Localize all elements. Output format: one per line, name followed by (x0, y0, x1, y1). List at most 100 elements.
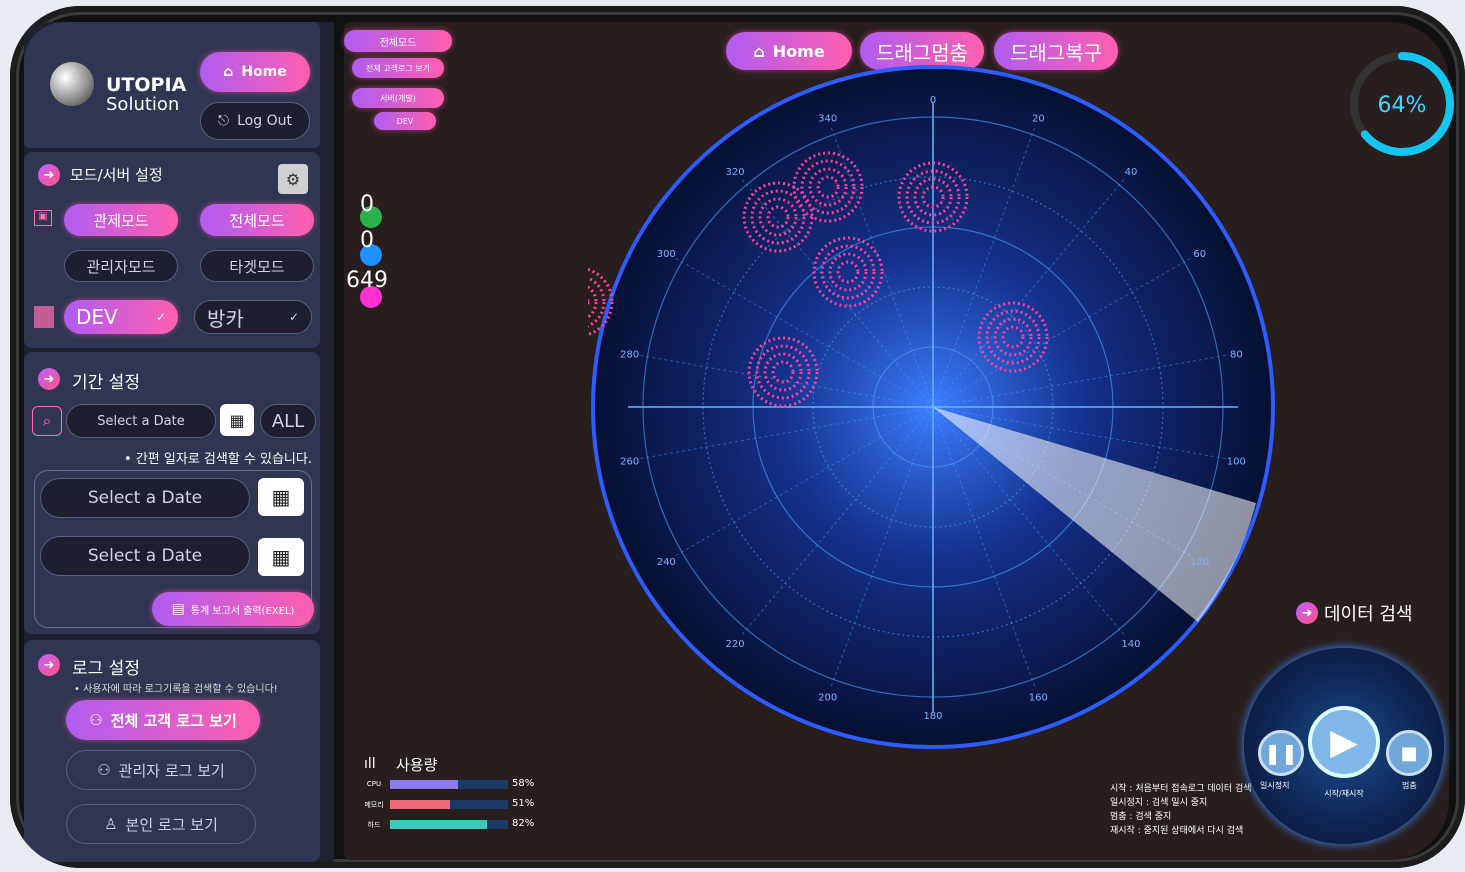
home-icon: ⌂ (753, 41, 765, 61)
blue-counter: 0 (360, 228, 374, 253)
radar-angle-label: 160 (1029, 692, 1048, 703)
radar-angle-label: 0 (930, 95, 936, 106)
period-hint: • 간편 일자로 검색할 수 있습니다. (124, 452, 312, 467)
server-select[interactable]: DEV ✓ (64, 300, 178, 334)
usage-bar-track (390, 800, 508, 809)
pink-counter: 649 (346, 268, 388, 293)
users-icon: ⚇ (89, 711, 103, 729)
self-log-button[interactable]: ♙ 본인 로그 보기 (66, 804, 256, 844)
stop-button[interactable]: ■ (1386, 730, 1432, 776)
radar-angle-label: 60 (1193, 249, 1206, 260)
radar-angle-label: 80 (1230, 350, 1243, 361)
logout-icon: ⎋ (218, 113, 230, 129)
play-label: 시작/재시작 (1324, 789, 1364, 798)
log-panel-title: 로그 설정 (72, 659, 140, 679)
user-icon: ♙ (104, 815, 118, 833)
user-mode-icon: ▣ (34, 210, 52, 226)
usage-bar-fill (390, 780, 459, 789)
usage-value: 51% (512, 798, 535, 809)
usage-value: 58% (512, 778, 535, 789)
usage-title: 사용량 (396, 756, 438, 774)
radar-angle-label: 140 (1121, 639, 1140, 650)
arrow-icon: ➜ (1296, 602, 1318, 624)
usage-value: 82% (512, 818, 535, 829)
radar-angle-label: 320 (725, 167, 744, 178)
radar-angle-label: 40 (1125, 167, 1138, 178)
check-icon: ✓ (288, 310, 299, 324)
control-mode-button[interactable]: 관제모드 (64, 204, 178, 236)
pause-label: 일시정지 (1260, 781, 1290, 790)
progress-label: 64% (1378, 93, 1427, 118)
usage-bar-fill (390, 820, 487, 829)
usage-label: 하드 (367, 821, 381, 829)
progress-ring: 64% (1350, 52, 1454, 156)
stop-label: 멈춤 (1402, 781, 1417, 790)
usage-label: 메모리 (364, 801, 384, 809)
check-icon: ✓ (155, 310, 166, 324)
quick-date-input[interactable]: Select a Date (66, 404, 216, 438)
arrow-icon: ➜ (38, 368, 60, 390)
radar-chart[interactable]: 0 20 40 60 80 100 120 140 160 180 200 220 240 260 280 3… (588, 62, 1278, 752)
data-search-label[interactable]: 데이터 검색 (1324, 600, 1413, 626)
play-button[interactable]: ▶ (1308, 706, 1380, 778)
brand-panel: UTOPIA Solution ⌂ Home ⎋ Log Out (24, 22, 320, 148)
breadcrumb-all-mode[interactable]: 전체모드 (344, 30, 452, 52)
home-icon: ⌂ (223, 64, 234, 80)
radar-angle-label: 180 (923, 711, 942, 722)
settings-icon[interactable]: ⚙ (278, 164, 308, 194)
radar-angle-label: 260 (620, 456, 639, 467)
radar-angle-label: 340 (818, 114, 837, 125)
all-button[interactable]: ALL (260, 404, 316, 438)
radar-angle-label: 100 (1227, 456, 1246, 467)
breadcrumb-server[interactable]: 서버(개발) (352, 88, 444, 108)
log-hint: • 사용자에 따라 로그기록을 검색할 수 있습니다! (74, 684, 278, 695)
document-icon: ▤ (171, 601, 185, 617)
period-panel: ➜ 기간 설정 ⌕ Select a Date ▦ ALL • 간편 일자로 검… (24, 352, 320, 634)
calendar-icon[interactable]: ▦ (258, 538, 304, 576)
radar-angle-label: 20 (1032, 114, 1045, 125)
mode-panel: ➜ 모드/서버 설정 ⚙ ▣ 관제모드 전체모드 관리자모드 타겟모드 DEV ✓… (24, 152, 320, 348)
player-controls: ❚❚ 일시정지 ▶ 시작/재시작 ■ 멈춤 (1244, 648, 1444, 844)
radar-angle-label: 240 (657, 557, 676, 568)
breadcrumb-dev[interactable]: DEV (374, 112, 436, 130)
usage-bar-track (390, 780, 508, 789)
app-frame: UTOPIA Solution ⌂ Home ⎋ Log Out ➜ 모드/서버 설… (10, 6, 1465, 868)
period-panel-title: 기간 설정 (72, 373, 140, 393)
globe-logo-icon (50, 62, 94, 106)
end-date-input[interactable]: Select a Date (40, 536, 250, 576)
pause-button[interactable]: ❚❚ (1258, 730, 1304, 776)
search-icon[interactable]: ⌕ (32, 406, 62, 436)
sidebar: UTOPIA Solution ⌂ Home ⎋ Log Out ➜ 모드/서버 설… (24, 22, 334, 862)
calendar-icon[interactable]: ▦ (220, 404, 254, 436)
signal-icon: ıll (364, 756, 376, 772)
server-icon (34, 306, 54, 328)
breadcrumb-all-customer-log[interactable]: 전체 고객로그 보기 (352, 58, 444, 78)
home-button[interactable]: ⌂ Home (200, 52, 310, 92)
all-customer-log-button[interactable]: ⚇ 전체 고객 로그 보기 (66, 700, 260, 740)
usage-bar-fill (390, 800, 451, 809)
control-legend: 시작 : 처음부터 접속로그 데이터 검색 일시정지 : 검색 일시 중지 멈춤… (1110, 784, 1252, 836)
target-mode-button[interactable]: 타겟모드 (200, 250, 314, 282)
mode-panel-title: 모드/서버 설정 (70, 166, 163, 184)
usage-label: CPU (366, 780, 382, 788)
start-date-input[interactable]: Select a Date (40, 478, 250, 518)
export-report-button[interactable]: ▤ 통계 보고서 출력(EXEL) (152, 592, 314, 626)
arrow-icon: ➜ (38, 164, 60, 186)
calendar-icon[interactable]: ▦ (258, 478, 304, 516)
server-select-2[interactable]: 방카 ✓ (194, 300, 312, 334)
logout-button[interactable]: ⎋ Log Out (200, 102, 310, 140)
all-mode-button[interactable]: 전체모드 (200, 204, 314, 236)
radar-view: 전체모드 전체 고객로그 보기 서버(개발) DEV 0 0 649 ⌂ Home… (344, 22, 1454, 860)
green-counter: 0 (360, 192, 374, 217)
admin-log-button[interactable]: ⚇ 관리자 로그 보기 (66, 750, 256, 790)
radar-angle-label: 280 (620, 350, 639, 361)
usage-panel: ıll 사용량 CPU 58% 메모리 51% 하드 82% (364, 754, 544, 850)
radar-angle-label: 220 (725, 639, 744, 650)
radar-angle-label: 120 (1190, 557, 1209, 568)
admin-mode-button[interactable]: 관리자모드 (64, 250, 178, 282)
brand-name: UTOPIA (106, 74, 187, 96)
log-panel: ➜ 로그 설정 • 사용자에 따라 로그기록을 검색할 수 있습니다! ⚇ 전체 … (24, 640, 320, 862)
radar-angle-label: 300 (657, 249, 676, 260)
arrow-icon: ➜ (38, 654, 60, 676)
admin-icon: ⚇ (97, 761, 111, 779)
